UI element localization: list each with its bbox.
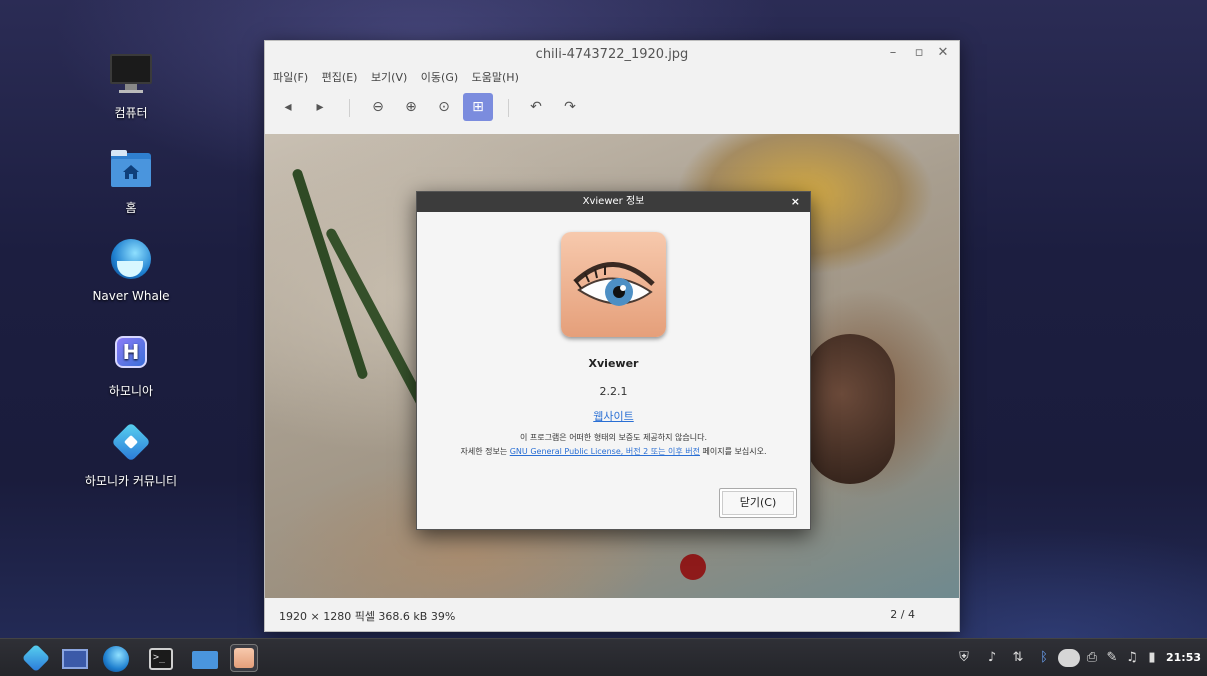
menu-go[interactable]: 이동(G) xyxy=(421,67,458,89)
license-link[interactable]: GNU General Public License, 버전 2 또는 이후 버… xyxy=(510,447,700,456)
window-title: chili-4743722_1920.jpg xyxy=(535,47,689,62)
back-arrow-icon[interactable]: ◂ xyxy=(273,93,303,121)
app-version: 2.2.1 xyxy=(599,385,628,398)
battery-icon[interactable]: ▮ xyxy=(1144,650,1160,666)
fit-window-icon[interactable]: ⊞ xyxy=(463,93,493,121)
bluetooth-icon[interactable]: ᛒ xyxy=(1036,650,1052,666)
statusbar: 1920 × 1280 픽셀 368.6 kB 39% 2 / 4 xyxy=(265,598,959,631)
photo-detail xyxy=(680,554,706,580)
desktop-icon-computer[interactable]: 컴퓨터 xyxy=(71,50,191,121)
xviewer-icon[interactable] xyxy=(230,644,258,672)
hamonikr-community-icon xyxy=(107,418,155,466)
home-folder-icon xyxy=(107,145,155,193)
desktop-icon-naver-whale[interactable]: Naver Whale xyxy=(71,235,191,303)
photo-detail xyxy=(805,334,895,484)
shield-icon[interactable]: ⛨ xyxy=(956,650,972,666)
window-titlebar[interactable]: chili-4743722_1920.jpg – ▫ ✕ xyxy=(265,41,959,67)
license-suffix: 페이지를 보십시오. xyxy=(700,447,767,456)
desktop-icon-label: 홈 xyxy=(125,201,137,215)
minimize-button[interactable]: – xyxy=(885,45,901,61)
website-link[interactable]: 웹사이트 xyxy=(417,408,810,424)
desktop-icon-home[interactable]: 홈 xyxy=(71,145,191,216)
license-prefix: 자세한 정보는 xyxy=(460,447,510,456)
toolbar-separator xyxy=(508,99,509,117)
xviewer-logo-icon xyxy=(561,232,666,337)
toolbar-separator xyxy=(349,99,350,117)
harmonia-icon: H xyxy=(107,328,155,376)
desktop-icon-label: 하모니아 xyxy=(108,384,154,398)
file-manager-icon[interactable] xyxy=(190,644,218,672)
desktop-icon-label: 컴퓨터 xyxy=(114,106,148,120)
network-icon[interactable]: ⇅ xyxy=(1010,650,1026,666)
toolbar: ◂ ▸ ⊖ ⊕ ⊙ ⊞ ↶ ↷ xyxy=(265,89,959,129)
taskbar: >_ ⛨ ♪ ⇅ ᛒ ⎙ ✎ ♫ ▮ 21:53 xyxy=(0,638,1207,676)
terminal-icon[interactable]: >_ xyxy=(146,644,174,672)
maximize-button[interactable]: ▫ xyxy=(911,45,927,61)
computer-icon xyxy=(107,50,155,98)
menu-file[interactable]: 파일(F) xyxy=(273,67,308,89)
license-text: 자세한 정보는 GNU General Public License, 버전 2… xyxy=(417,446,810,457)
warranty-text: 이 프로그램은 어떠한 형태의 보증도 제공하지 않습니다. xyxy=(519,433,708,442)
whale-browser-icon[interactable] xyxy=(101,644,129,672)
desktop-icon-hamonikr-community[interactable]: 하모니카 커뮤니티 xyxy=(71,418,191,489)
forward-arrow-icon[interactable]: ▸ xyxy=(305,93,335,121)
rotate-right-icon[interactable]: ↷ xyxy=(555,93,585,121)
zoom-in-icon[interactable]: ⊕ xyxy=(396,93,426,121)
desktop-icon-label: Naver Whale xyxy=(92,289,170,303)
app-name: Xviewer xyxy=(588,357,639,370)
toggle-icon[interactable] xyxy=(1058,649,1080,667)
desktop-icon-label: 하모니카 커뮤니티 xyxy=(84,474,178,488)
dialog-close-icon[interactable]: × xyxy=(791,192,800,212)
rotate-left-icon[interactable]: ↶ xyxy=(521,93,551,121)
music-icon[interactable]: ♪ xyxy=(984,650,1000,666)
dialog-close-button[interactable]: 닫기(C) xyxy=(719,488,797,518)
dialog-titlebar[interactable]: Xviewer 정보 × xyxy=(417,192,810,212)
printer-icon[interactable]: ⎙ xyxy=(1084,650,1100,666)
hamonikr-menu-icon[interactable] xyxy=(21,643,51,673)
clock[interactable]: 21:53 xyxy=(1166,651,1201,664)
zoom-normal-icon[interactable]: ⊙ xyxy=(429,93,459,121)
menubar: 파일(F) 편집(E) 보기(V) 이동(G) 도움말(H) xyxy=(265,67,959,89)
pen-icon[interactable]: ✎ xyxy=(1104,650,1120,666)
dialog-title: Xviewer 정보 xyxy=(582,196,645,207)
zoom-out-icon[interactable]: ⊖ xyxy=(363,93,393,121)
menu-edit[interactable]: 편집(E) xyxy=(322,67,358,89)
about-dialog: Xviewer 정보 × Xviewer 2.2.1 웹사이트 이 프로그램은 … xyxy=(416,191,811,530)
image-position: 2 / 4 xyxy=(890,608,915,621)
volume-icon[interactable]: ♫ xyxy=(1124,650,1140,666)
show-desktop-icon[interactable] xyxy=(60,644,88,672)
desktop-icon-harmonia[interactable]: H 하모니아 xyxy=(71,328,191,399)
close-button[interactable]: ✕ xyxy=(935,45,951,61)
image-info: 1920 × 1280 픽셀 368.6 kB 39% xyxy=(279,610,456,623)
menu-view[interactable]: 보기(V) xyxy=(371,67,407,89)
whale-browser-icon xyxy=(107,235,155,283)
menu-help[interactable]: 도움말(H) xyxy=(472,67,519,89)
